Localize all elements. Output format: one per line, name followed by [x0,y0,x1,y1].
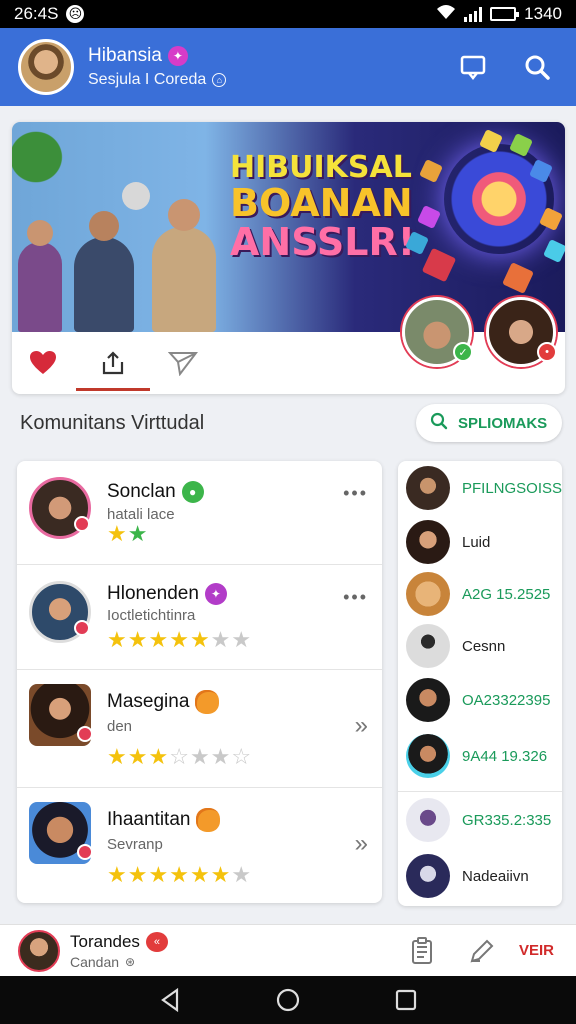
list-item[interactable]: Masegina den ★ ★ ★ ☆ ★ ★ ☆ » [17,670,382,788]
avatar [406,854,450,898]
avatar [406,572,450,616]
search-icon [430,412,448,434]
headline-line-2: BOANAN [230,180,413,225]
member-name: Hlonenden [107,583,199,604]
rating-stars: ★ ★ ★ ★ ★ ★ ★ [107,862,252,887]
search-button[interactable]: SPLIOMAKS [416,404,562,442]
member-subtitle: Ioctletichtinra [107,607,196,624]
side-item-text: Luid [462,533,491,551]
section-title: Komunitans Virttudal [20,412,205,434]
avatar [406,734,450,778]
chat-bubble-icon: ● [181,481,204,503]
avatar [29,477,91,539]
system-nav-bar [0,976,576,1024]
avatar [406,520,450,564]
member-subtitle: den [107,718,133,735]
list-item[interactable]: Hlonenden ✦ Ioctletichtinra ★ ★ ★ ★ ★ ★ ★ ••• [17,565,382,670]
active-tab-indicator [76,388,150,391]
bottom-name: Torandes [70,931,140,951]
headline-line-1: HIBUIKSAL [230,150,412,185]
search-icon[interactable] [522,52,552,82]
headline-line-3: ANSSLR! [230,220,416,265]
avatar [406,678,450,722]
edit-icon[interactable] [468,937,496,965]
side-item-text: PFILNGSOISS [462,479,562,497]
verified-icon: ✦ [167,46,188,66]
people-illustration [12,182,252,332]
status-bar: 26:4S ☹ 1340 [0,0,576,28]
heart-icon[interactable] [28,348,58,378]
chevron-right-icon[interactable]: » [355,830,368,858]
rating-stars: ★ ★ ★ ★ ★ ★ ★ [107,627,252,652]
avatar[interactable] [18,929,60,972]
share-icon[interactable] [98,348,128,378]
member-name: Masegina [107,691,190,712]
cookie-icon [196,808,221,832]
featured-post-card: HIBUIKSAL BOANAN ANSSLR! ✓ • [12,122,565,394]
page-title: Hibansia [88,45,162,66]
more-options-icon[interactable]: ••• [343,587,368,608]
globe-icon: ⊛ [125,954,136,969]
search-label: SPLIOMAKS [458,414,548,432]
profile-avatar[interactable] [18,39,74,95]
avatar [29,802,93,864]
app-header: Hibansia ✦ Sesjula I Coreda ⌂ [0,28,576,106]
message-icon[interactable] [458,52,488,82]
side-item-text: 9A44 19.326 [462,747,548,765]
battery-level: 1340 [524,4,562,23]
list-item[interactable]: A2G 15.2525 [398,567,562,621]
list-item[interactable]: 9A44 19.326 [398,729,562,783]
view-button[interactable]: VEIR [519,942,554,959]
cookie-icon [195,690,220,714]
page-subtitle: Sesjula I Coreda [88,71,207,88]
list-item[interactable]: Luid [398,515,562,569]
rating-stars: ★ ★ ★ ☆ ★ ★ ☆ [107,744,252,769]
rating-stars: ★ ★ [107,521,148,546]
bottom-subtitle: Candan [70,953,120,970]
status-time: 26:4S [14,4,59,23]
battery-icon [490,7,520,21]
avatar [29,684,93,746]
member-list: Sonclan ● hatali lace ★ ★ ••• Hlonenden ✦ I… [17,461,382,903]
list-item[interactable]: Nadeaiivn [398,849,562,903]
chevron-right-icon[interactable]: » [355,712,368,740]
member-name: Sonclan [107,481,176,502]
banner-headline: HIBUIKSAL BOANAN ANSSLR! [230,152,415,263]
list-item[interactable]: OA23322395 [398,673,562,727]
avatar [406,624,450,668]
wifi-icon [436,4,456,25]
notification-badge-icon: « [145,931,168,952]
member-name: Ihaantitan [107,809,191,830]
side-item-text: A2G 15.2525 [462,585,551,603]
plant-decoration [12,122,72,192]
side-member-list: PFILNGSOISS Luid A2G 15.2525 Cesnn OA233… [398,461,562,906]
recents-icon[interactable] [392,986,420,1014]
avatar [406,466,450,510]
side-item-text: GR335.2:335 [462,811,552,829]
notification-icon: ☹ [66,5,85,23]
member-subtitle: Sevranp [107,836,163,853]
side-item-text: OA23322395 [462,691,551,709]
sparkle-icon: ✦ [204,583,227,605]
banner-image[interactable]: HIBUIKSAL BOANAN ANSSLR! [12,122,565,332]
avatar [406,798,450,842]
send-icon[interactable] [168,348,198,378]
list-item[interactable]: Cesnn [398,619,562,673]
clipboard-icon[interactable] [410,937,434,965]
more-options-icon[interactable]: ••• [343,483,368,504]
side-item-text: Cesnn [462,637,506,655]
now-playing-bar: Torandes « Candan ⊛ VEIR [0,924,576,976]
back-icon[interactable] [156,986,184,1014]
signal-icon [464,6,483,22]
location-icon: ⌂ [212,73,227,87]
list-item[interactable]: Sonclan ● hatali lace ★ ★ ••• [17,461,382,565]
post-actions [12,332,565,394]
avatar [29,581,91,643]
list-item[interactable]: Ihaantitan Sevranp ★ ★ ★ ★ ★ ★ ★ » [17,788,382,903]
list-item[interactable]: GR335.2:335 [398,793,562,847]
list-item[interactable]: PFILNGSOISS [398,461,562,515]
home-icon[interactable] [274,986,302,1014]
side-item-text: Nadeaiivn [462,867,529,885]
